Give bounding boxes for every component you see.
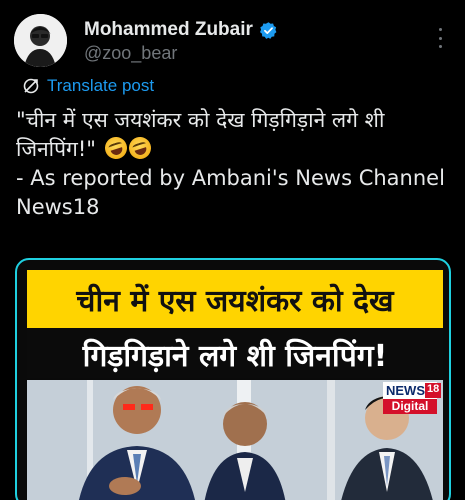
media-headline-top-banner: चीन में एस जयशंकर को देख xyxy=(27,270,443,328)
media-headline-top-text: चीन में एस जयशंकर को देख xyxy=(76,283,394,319)
post-media-image[interactable]: चीन में एस जयशंकर को देख गिड़गिड़ाने लगे… xyxy=(15,258,451,500)
media-headline-bottom-text: गिड़गिड़ाने लगे शी जिनपिंग! xyxy=(82,338,388,374)
avatar-image xyxy=(14,14,67,67)
news18-logo-word: NEWS xyxy=(386,383,425,398)
translate-post-button[interactable]: Translate post xyxy=(22,76,154,96)
news18-logo-number: 18 xyxy=(425,383,442,398)
author-name-row: Mohammed Zubair xyxy=(84,19,278,41)
media-photo xyxy=(27,380,443,500)
rolling-laughing-emoji-icon xyxy=(101,134,130,162)
post-text: "चीन में एस जयशंकर को देख गिड़गिड़ाने लग… xyxy=(16,106,456,222)
more-options-icon[interactable] xyxy=(437,28,443,48)
author-handle[interactable]: @zoo_bear xyxy=(84,43,177,64)
avatar[interactable] xyxy=(14,14,67,67)
news18-logo: NEWS 18 Digital xyxy=(383,382,442,416)
news18-logo-top: NEWS 18 xyxy=(383,382,442,399)
post-text-line-2: - As reported by Ambani's News Channel N… xyxy=(16,166,445,219)
translate-icon xyxy=(23,78,39,94)
media-photo-figures xyxy=(27,380,443,500)
news18-logo-digital: Digital xyxy=(383,399,437,414)
translate-post-label: Translate post xyxy=(47,76,155,95)
verified-badge-icon xyxy=(259,21,277,39)
post-text-line-1: "चीन में एस जयशंकर को देख गिड़गिड़ाने लग… xyxy=(16,106,456,164)
media-headline-bottom-banner: गिड़गिड़ाने लगे शी जिनपिंग! xyxy=(27,330,443,378)
post-quote: "चीन में एस जयशंकर को देख गिड़गिड़ाने लग… xyxy=(16,108,385,161)
rolling-laughing-emoji-icon xyxy=(125,134,154,162)
author-display-name[interactable]: Mohammed Zubair xyxy=(84,19,253,41)
